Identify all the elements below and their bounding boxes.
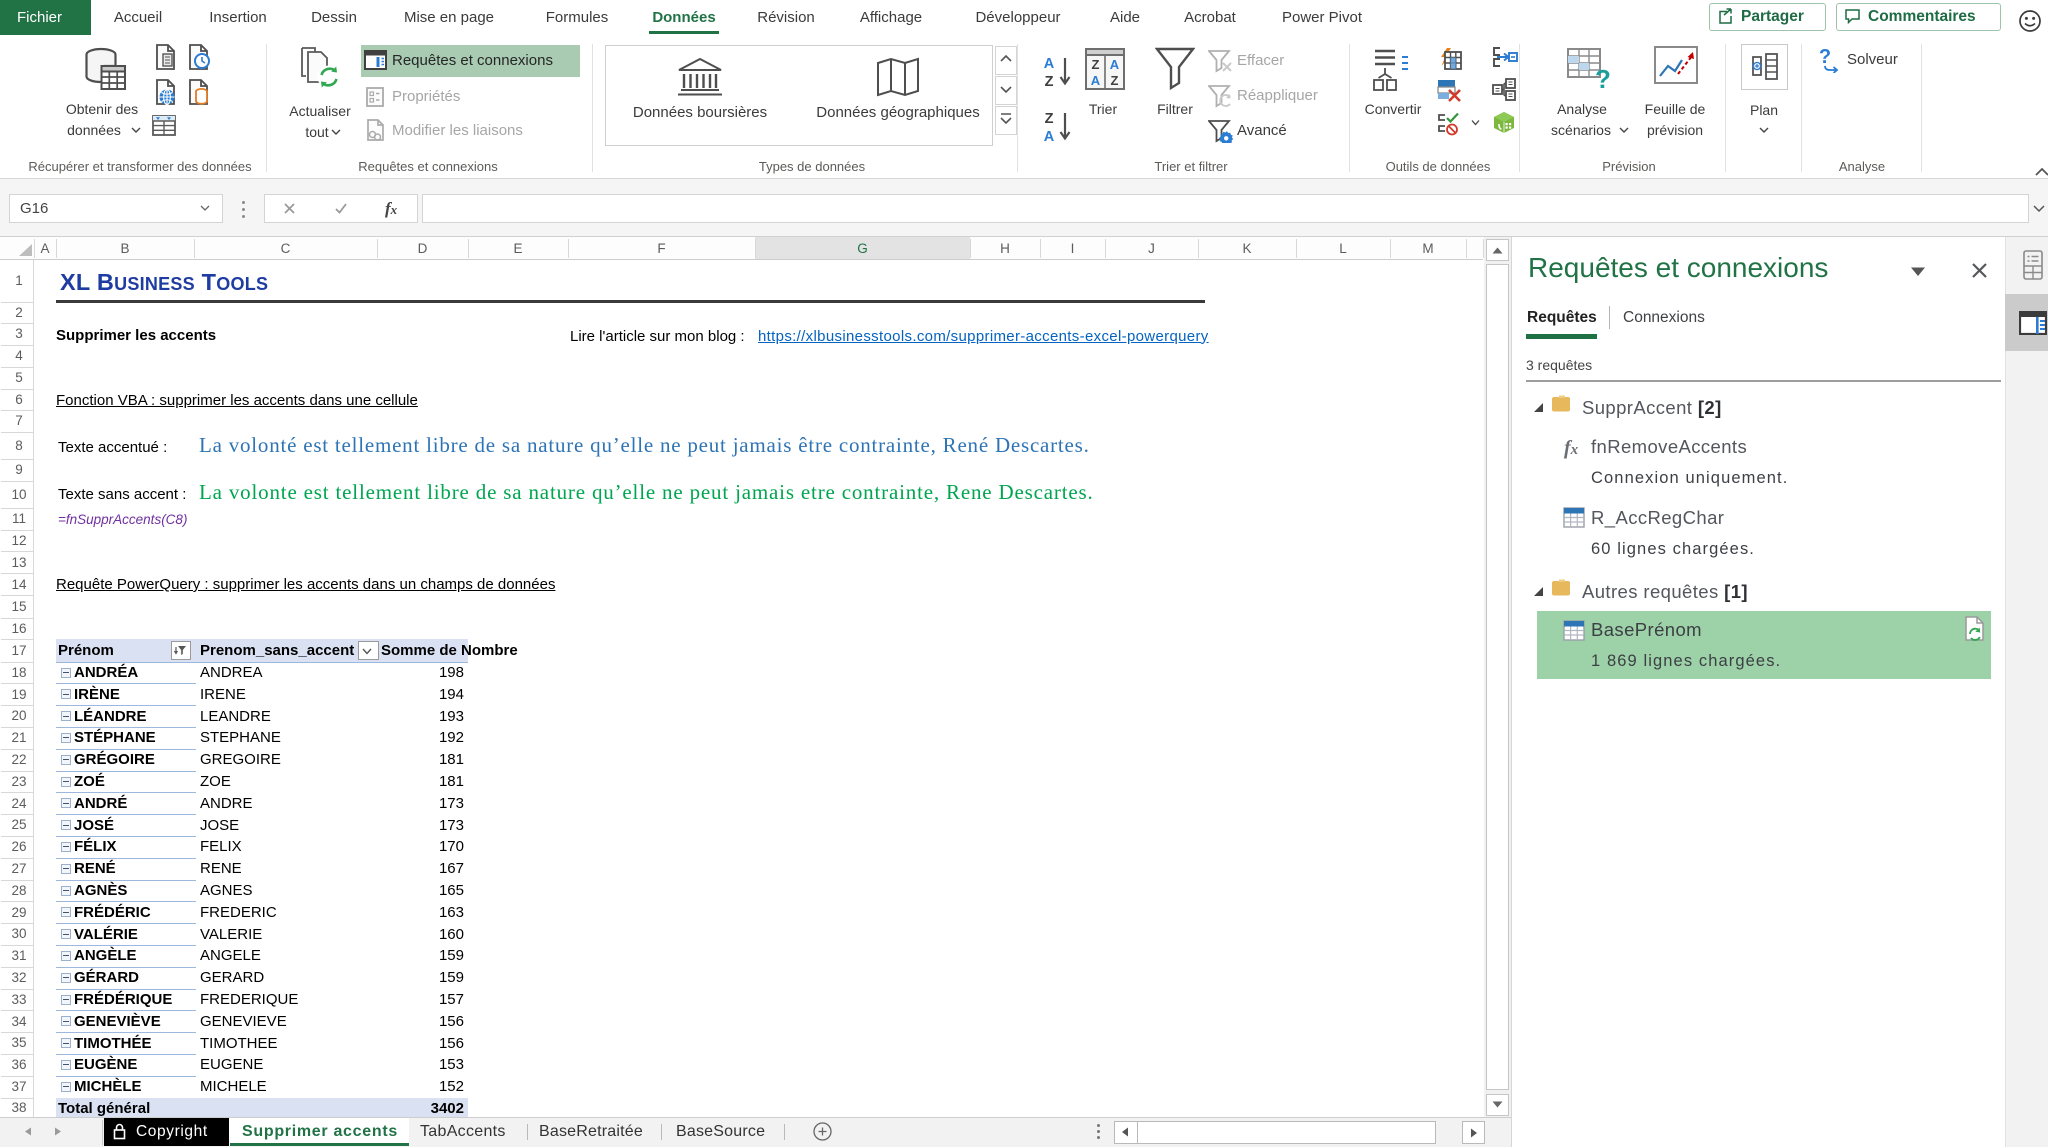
svg-text:?: ?	[1819, 47, 1831, 68]
svg-text:A: A	[1044, 129, 1055, 144]
svg-text:Z: Z	[1092, 57, 1100, 72]
svg-text:Z: Z	[1045, 74, 1054, 89]
svg-text:A: A	[1044, 56, 1055, 72]
svg-text:A: A	[1110, 57, 1120, 72]
svg-text:A: A	[1091, 73, 1101, 88]
svg-text:Z: Z	[1111, 73, 1119, 88]
svg-text:?: ?	[1595, 64, 1611, 92]
